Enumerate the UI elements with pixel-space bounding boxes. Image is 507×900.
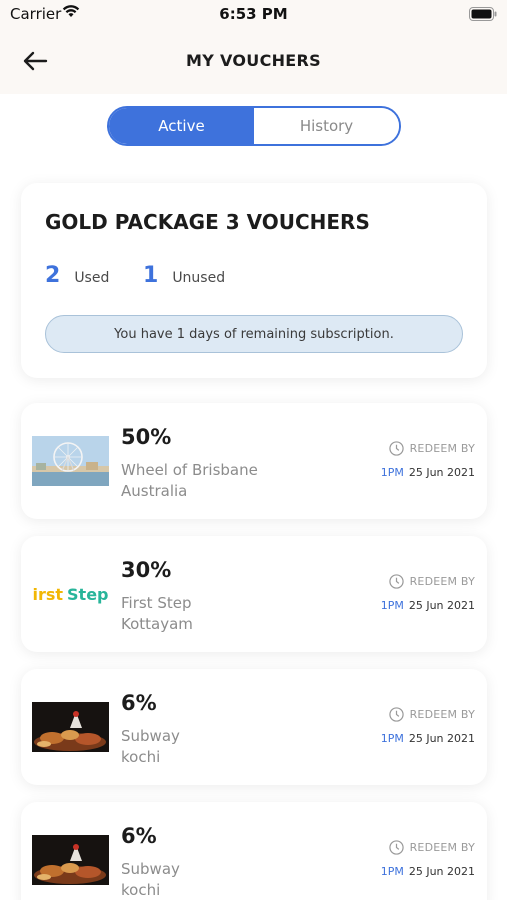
redeem-date: 1PM 25 Jun 2021 [381,865,475,878]
voucher-discount: 50% [121,425,172,449]
unused-count: 1 [143,263,159,288]
voucher-merchant: First Step Kottayam [121,593,193,635]
clock-icon [388,574,404,589]
voucher-image-food-dish [32,702,109,752]
voucher-card[interactable]: irst Step 30% First Step Kottayam REDEEM … [21,536,487,652]
redeem-time: 1PM [380,732,404,745]
merchant-name: Subway [121,727,180,745]
redeem-date: 1PM 25 Jun 2021 [381,466,475,479]
merchant-location: kochi [121,748,161,766]
merchant-location: kochi [121,881,161,899]
redeem-by-label: REDEEM BY [409,442,475,455]
voucher-card[interactable]: 6% Subway kochi REDEEM BY 1PM 25 Jun 2021 [21,669,487,785]
redeem-date: 1PM 25 Jun 2021 [381,599,475,612]
voucher-discount: 6% [121,824,157,848]
voucher-card[interactable]: 6% Subway kochi REDEEM BY 1PM 25 Jun 2021 [21,802,487,900]
voucher-image-first-step-logo: irst Step [32,569,109,619]
redeem-by: REDEEM BY [388,707,475,722]
redeem-by-label: REDEEM BY [409,841,475,854]
package-title: GOLD PACKAGE 3 VOUCHERS [45,210,370,234]
redeem-time: 1PM [380,466,404,479]
logo-text-irst: irst [32,584,64,604]
redeem-by: REDEEM BY [388,574,475,589]
redeem-date: 1PM 25 Jun 2021 [381,732,475,745]
battery-icon [469,6,497,25]
redeem-time: 1PM [380,599,404,612]
redeem-day: 25 Jun 2021 [408,466,475,479]
subscription-notice: You have 1 days of remaining subscriptio… [45,315,463,353]
voucher-merchant: Subway kochi [121,859,180,900]
status-bar: Carrier 6:53 PM [0,0,507,30]
unused-label: Unused [172,270,226,286]
voucher-tabs: Active History [107,106,401,146]
voucher-image-ferris-wheel [32,436,109,486]
logo-text-step: Step [67,584,109,604]
redeem-by: REDEEM BY [388,840,475,855]
page-title: MY VOUCHERS [186,51,321,70]
used-label: Used [74,270,110,286]
redeem-day: 25 Jun 2021 [408,599,475,612]
voucher-image-food-dish [32,835,109,885]
clock-icon [388,707,404,722]
voucher-card[interactable]: 50% Wheel of Brisbane Australia REDEEM B… [21,403,487,519]
redeem-by-label: REDEEM BY [409,575,475,588]
redeem-by: REDEEM BY [388,441,475,456]
merchant-name: First Step [121,594,192,612]
redeem-time: 1PM [380,865,404,878]
clock-icon [388,840,404,855]
tab-active[interactable]: Active [109,108,254,144]
redeem-day: 25 Jun 2021 [408,865,475,878]
used-count-group: 2 Used [45,263,109,288]
clock-icon [388,441,404,456]
voucher-merchant: Wheel of Brisbane Australia [121,460,258,502]
merchant-name: Subway [121,860,180,878]
merchant-location: Australia [121,482,188,500]
app-header: MY VOUCHERS [0,30,507,94]
redeem-by-label: REDEEM BY [409,708,475,721]
tab-history[interactable]: History [254,108,399,144]
merchant-location: Kottayam [121,615,193,633]
merchant-name: Wheel of Brisbane [121,461,258,479]
voucher-discount: 6% [121,691,157,715]
voucher-discount: 30% [121,558,172,582]
package-summary-card: GOLD PACKAGE 3 VOUCHERS 2 Used 1 Unused … [21,183,487,378]
redeem-day: 25 Jun 2021 [408,732,475,745]
used-count: 2 [45,263,61,288]
unused-count-group: 1 Unused [143,263,225,288]
voucher-merchant: Subway kochi [121,726,180,768]
status-time: 6:53 PM [219,5,288,23]
